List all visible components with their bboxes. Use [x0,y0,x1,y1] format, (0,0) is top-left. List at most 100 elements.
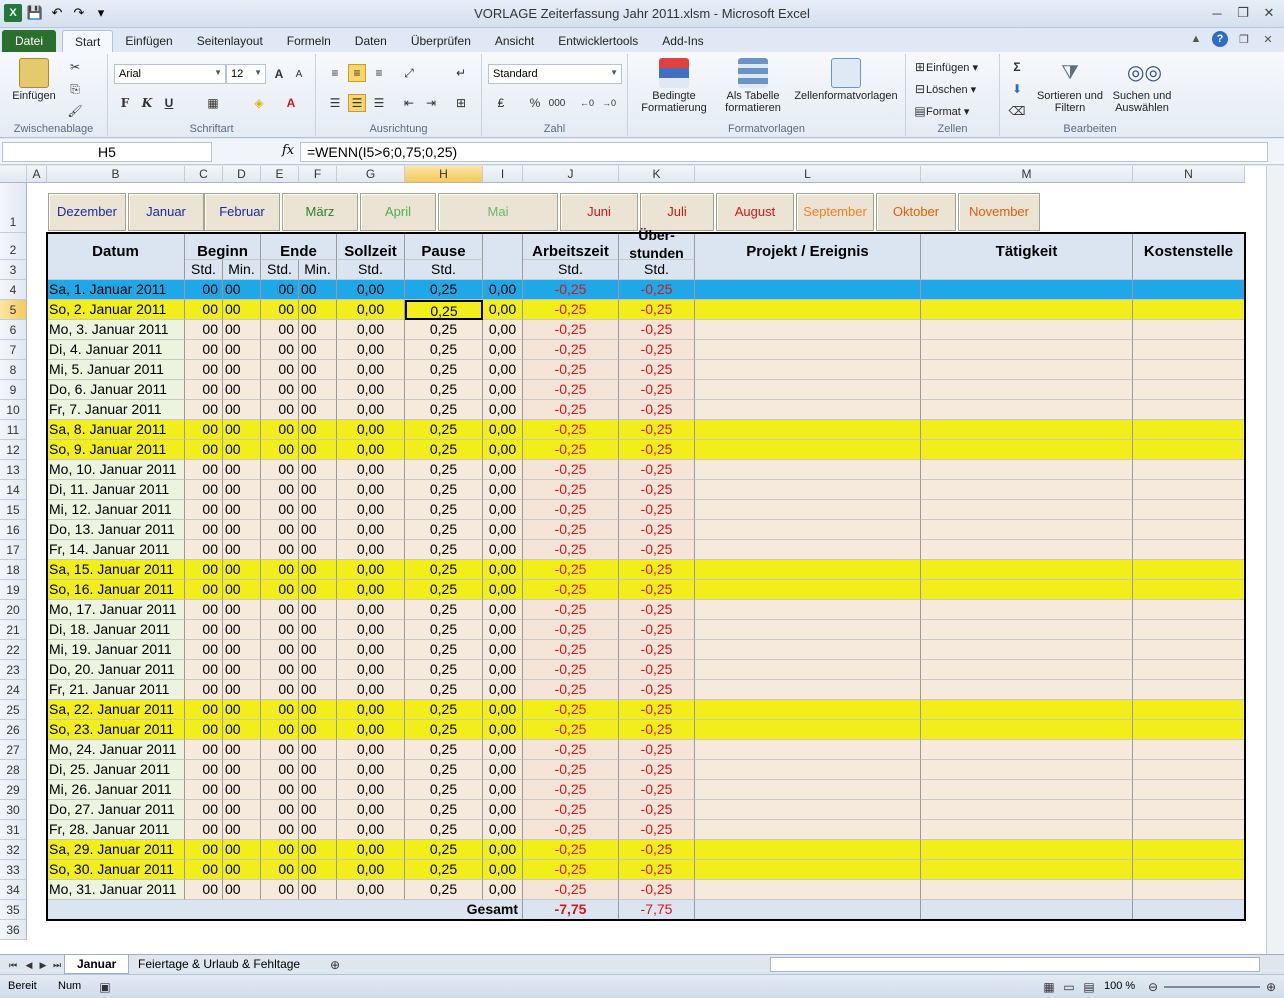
ueberstunden-cell[interactable]: -0,25 [619,740,695,760]
row-header[interactable]: 21 [0,620,27,640]
sollzeit-cell[interactable]: 0,00 [337,520,405,540]
begin-min-cell[interactable]: 00 [223,340,261,360]
projekt-cell[interactable] [695,660,921,680]
projekt-cell[interactable] [695,740,921,760]
end-hour-cell[interactable]: 00 [261,760,299,780]
taetigkeit-cell[interactable] [921,380,1133,400]
page-layout-icon[interactable]: ▭ [1060,978,1078,996]
begin-min-cell[interactable]: 00 [223,500,261,520]
arbeitszeit-cell[interactable]: -0,25 [523,880,619,900]
row-header[interactable]: 18 [0,560,27,580]
taetigkeit-cell[interactable] [921,640,1133,660]
ueberstunden-cell[interactable]: -0,25 [619,840,695,860]
ueberstunden-cell[interactable]: -0,25 [619,520,695,540]
minimize-ribbon-icon[interactable]: ▲ [1188,31,1204,47]
ueberstunden-cell[interactable]: -0,25 [619,340,695,360]
date-cell[interactable]: Mi, 19. Januar 2011 [47,640,185,660]
kostenstelle-cell[interactable] [1133,340,1245,360]
end-min-cell[interactable]: 00 [299,380,337,400]
i-cell[interactable]: 0,00 [483,880,523,900]
decrease-indent-icon[interactable]: ⇤ [400,94,418,112]
total-kostenstelle[interactable] [1133,900,1245,920]
pause-cell[interactable]: 0,25 [405,520,483,540]
number-format-select[interactable]: Standard ▼ [488,64,622,84]
header-projekt[interactable]: Projekt / Ereignis [695,233,921,280]
begin-hour-cell[interactable]: 00 [185,660,223,680]
row-header[interactable]: 33 [0,860,27,880]
ueberstunden-cell[interactable]: -0,25 [619,660,695,680]
sheet-tab-januar[interactable]: Januar [64,955,130,974]
ueberstunden-cell[interactable]: -0,25 [619,360,695,380]
sollzeit-cell[interactable]: 0,00 [337,600,405,620]
begin-hour-cell[interactable]: 00 [185,880,223,900]
projekt-cell[interactable] [695,680,921,700]
wrap-text-icon[interactable]: ↵ [452,64,470,82]
pause-cell[interactable]: 0,25 [405,580,483,600]
arbeitszeit-cell[interactable]: -0,25 [523,700,619,720]
month-button-10[interactable]: Oktober [876,193,956,231]
begin-min-cell[interactable]: 00 [223,400,261,420]
end-hour-cell[interactable]: 00 [261,360,299,380]
sollzeit-cell[interactable]: 0,00 [337,380,405,400]
i-cell[interactable]: 0,00 [483,480,523,500]
minimize-icon[interactable]: ─ [1208,4,1226,22]
end-min-cell[interactable]: 00 [299,480,337,500]
pause-cell[interactable]: 0,25 [405,560,483,580]
taetigkeit-cell[interactable] [921,420,1133,440]
month-button-4[interactable]: April [360,193,436,231]
month-button-7[interactable]: Juli [640,193,714,231]
taetigkeit-cell[interactable] [921,320,1133,340]
projekt-cell[interactable] [695,340,921,360]
sollzeit-cell[interactable]: 0,00 [337,660,405,680]
end-hour-cell[interactable]: 00 [261,680,299,700]
end-hour-cell[interactable]: 00 [261,640,299,660]
sollzeit-cell[interactable]: 0,00 [337,700,405,720]
ueberstunden-cell[interactable]: -0,25 [619,580,695,600]
begin-hour-cell[interactable]: 00 [185,820,223,840]
taetigkeit-cell[interactable] [921,600,1133,620]
end-min-cell[interactable]: 00 [299,700,337,720]
begin-min-cell[interactable]: 00 [223,760,261,780]
begin-hour-cell[interactable]: 00 [185,480,223,500]
pause-cell[interactable]: 0,25 [405,380,483,400]
end-min-cell[interactable]: 00 [299,440,337,460]
column-header-i[interactable]: I [483,166,523,183]
end-hour-cell[interactable]: 00 [261,800,299,820]
sollzeit-cell[interactable]: 0,00 [337,880,405,900]
end-min-cell[interactable]: 00 [299,620,337,640]
projekt-cell[interactable] [695,380,921,400]
font-size-select[interactable]: 12 ▼ [226,64,266,84]
month-button-2[interactable]: Februar [204,193,280,231]
header-taetigkeit[interactable]: Tätigkeit [921,233,1133,280]
total-projekt[interactable] [695,900,921,920]
row-header[interactable]: 26 [0,720,27,740]
date-cell[interactable]: Fr, 28. Januar 2011 [47,820,185,840]
arbeitszeit-cell[interactable]: -0,25 [523,780,619,800]
begin-hour-cell[interactable]: 00 [185,300,223,320]
i-cell[interactable]: 0,00 [483,760,523,780]
taetigkeit-cell[interactable] [921,280,1133,300]
i-cell[interactable]: 0,00 [483,660,523,680]
kostenstelle-cell[interactable] [1133,280,1245,300]
arbeitszeit-cell[interactable]: -0,25 [523,860,619,880]
pause-cell[interactable]: 0,25 [405,880,483,900]
end-hour-cell[interactable]: 00 [261,720,299,740]
begin-hour-cell[interactable]: 00 [185,380,223,400]
header-i[interactable] [483,233,523,280]
select-all-corner[interactable] [0,166,27,183]
projekt-cell[interactable] [695,600,921,620]
row-header[interactable]: 13 [0,460,27,480]
date-cell[interactable]: Mo, 3. Januar 2011 [47,320,185,340]
pause-cell[interactable]: 0,25 [405,840,483,860]
align-right-icon[interactable]: ☰ [370,94,388,112]
shrink-font-icon[interactable]: A [290,65,308,83]
date-cell[interactable]: Do, 27. Januar 2011 [47,800,185,820]
pause-cell[interactable]: 0,25 [405,680,483,700]
end-min-cell[interactable]: 00 [299,740,337,760]
column-header-g[interactable]: G [337,166,405,183]
end-min-cell[interactable]: 00 [299,720,337,740]
row-header[interactable]: 27 [0,740,27,760]
ueberstunden-cell[interactable]: -0,25 [619,280,695,300]
kostenstelle-cell[interactable] [1133,320,1245,340]
column-header-k[interactable]: K [619,166,695,183]
